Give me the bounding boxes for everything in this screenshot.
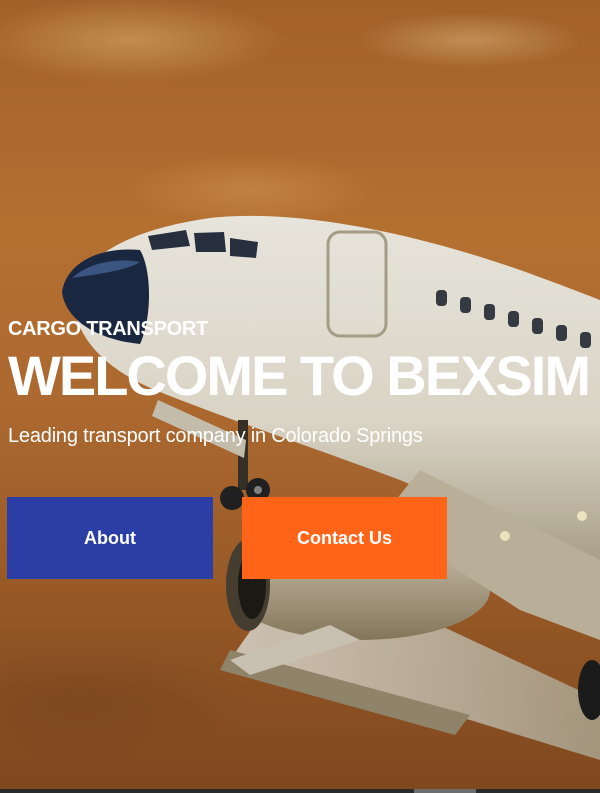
hero-section: CARGO TRANSPORT WELCOME TO BEXSIM I Lead… [0,0,600,789]
hero-subline: Leading transport company in Colorado Sp… [8,425,423,447]
hero-headline: WELCOME TO BEXSIM I [8,344,600,407]
hero-eyebrow: CARGO TRANSPORT [8,318,208,340]
contact-us-button[interactable]: Contact Us [242,497,447,579]
about-button[interactable]: About [7,497,213,579]
scrollbar-thumb[interactable] [414,789,476,793]
horizontal-scrollbar[interactable] [0,789,600,793]
